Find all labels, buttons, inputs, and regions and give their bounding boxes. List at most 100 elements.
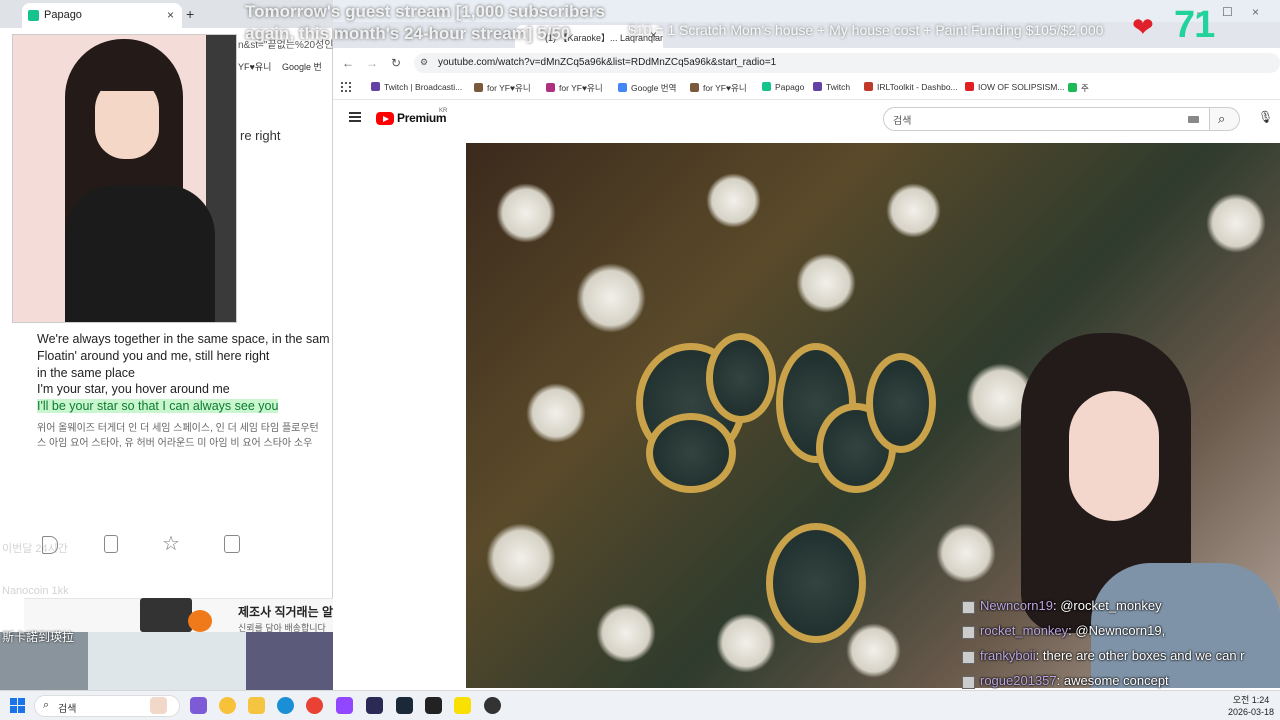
badge-icon bbox=[962, 676, 975, 689]
bookmark-item[interactable]: IOW OF SOLIPSISM... bbox=[965, 82, 1064, 92]
steam-icon[interactable] bbox=[396, 697, 413, 714]
search-placeholder: 검색 bbox=[893, 116, 912, 127]
bookmark-item[interactable]: Google 번역 bbox=[618, 82, 676, 94]
ad-image bbox=[140, 598, 192, 632]
chrome-icon[interactable] bbox=[306, 697, 323, 714]
ad-title[interactable]: 제조사 직거래는 알 bbox=[238, 603, 333, 620]
papago-bookmark[interactable]: YF♥유니 bbox=[238, 60, 271, 73]
bookmark-favicon-icon bbox=[546, 83, 555, 92]
ad-logo-icon bbox=[188, 610, 212, 632]
chat-text: @rocket_monkey bbox=[1060, 598, 1162, 613]
bookmark-item[interactable]: Twitch bbox=[813, 82, 850, 92]
bookmark-label: for YF♥유니 bbox=[559, 83, 603, 93]
bookmark-label: Twitch | Broadcasti... bbox=[384, 82, 463, 92]
lyric-line-highlighted: I'll be your star so that I can always s… bbox=[37, 399, 279, 414]
close-icon[interactable]: × bbox=[167, 8, 174, 22]
new-tab-button[interactable]: + bbox=[186, 6, 194, 22]
bookmark-favicon-icon bbox=[813, 82, 822, 91]
forward-button[interactable]: → bbox=[366, 56, 378, 70]
youtube-logo-icon[interactable] bbox=[376, 112, 394, 125]
lyric-line: We're always together in the same space,… bbox=[37, 332, 330, 346]
nexx-app-icon[interactable] bbox=[366, 697, 383, 714]
bookmark-favicon-icon bbox=[1068, 83, 1077, 92]
share-icon[interactable] bbox=[224, 535, 240, 553]
search-app-icon[interactable] bbox=[219, 697, 236, 714]
chat-username: frankyboii bbox=[980, 648, 1036, 663]
system-clock[interactable]: 오전 1:24 2026-03-18 bbox=[1228, 694, 1274, 718]
search-input[interactable] bbox=[883, 107, 1210, 131]
search-button[interactable]: ⌕ bbox=[1210, 107, 1240, 131]
url-text[interactable]: youtube.com/watch?v=dMnZCq5a96k&list=RDd… bbox=[438, 57, 776, 68]
hamburger-menu-icon[interactable] bbox=[349, 112, 361, 122]
microphone-icon[interactable]: 🎙 bbox=[1258, 110, 1273, 124]
papago-tab-label: Papago bbox=[44, 9, 82, 21]
chat-text: awesome concept bbox=[1063, 673, 1169, 688]
heart-icon: ❤ bbox=[1132, 12, 1154, 42]
obs-icon[interactable] bbox=[425, 697, 442, 714]
bookmark-label: IRLToolkit - Dashbo... bbox=[877, 82, 958, 92]
ghost-text: Nanocoin 1kk bbox=[2, 585, 69, 597]
bookmark-label: Papago bbox=[775, 82, 805, 92]
bookmark-item[interactable]: for YF♥유니 bbox=[474, 82, 531, 94]
bookmark-label: Twitch bbox=[826, 82, 851, 92]
copilot-icon[interactable] bbox=[190, 697, 207, 714]
chat-message: frankyboii: there are other boxes and we… bbox=[960, 648, 1280, 673]
lyric-line: I'm your star, you hover around me bbox=[37, 382, 230, 397]
search-highlight-icon[interactable] bbox=[150, 697, 167, 714]
translation-output: We're always together in the same space,… bbox=[37, 331, 337, 415]
bookmark-label: for YF♥유니 bbox=[487, 83, 531, 93]
windows-start-icon[interactable] bbox=[10, 698, 25, 713]
stream-caption: 斯卡諾到瑛拉 bbox=[2, 630, 75, 644]
bookmark-favicon-icon bbox=[762, 82, 771, 91]
stream-title-line: again, this month's 24-hour stream] 5/50 bbox=[245, 24, 571, 43]
desktop: Papago × + n&st="끝없는%20성인널 YF♥유니 Google … bbox=[0, 0, 1280, 720]
chat-message: Newncorn19: @rocket_monkey bbox=[960, 598, 1280, 623]
chat-username: rocket_monkey bbox=[980, 623, 1069, 638]
star-icon[interactable]: ☆ bbox=[162, 531, 180, 556]
bookmark-item[interactable]: IRLToolkit - Dashbo... bbox=[864, 82, 958, 92]
apps-grid-icon[interactable] bbox=[341, 82, 351, 92]
chat-text: there are other boxes and we can r bbox=[1042, 648, 1245, 663]
papago-tab[interactable]: Papago × bbox=[22, 3, 182, 28]
taskbar-search-placeholder: 검색 bbox=[58, 704, 77, 715]
bookmark-favicon-icon bbox=[371, 82, 380, 91]
heart-count: 71 bbox=[1174, 4, 1215, 46]
maximize-button[interactable]: ☐ bbox=[1222, 5, 1233, 19]
edge-icon[interactable] bbox=[277, 697, 294, 714]
reload-button[interactable]: ↻ bbox=[391, 56, 401, 70]
kakaotalk-icon[interactable] bbox=[454, 697, 471, 714]
pronunciation-line: 스 아임 요어 스타아, 유 허버 어라운드 미 아임 비 요어 스타아 소우 bbox=[37, 438, 313, 449]
site-info-icon[interactable]: ⚙ bbox=[420, 57, 428, 68]
funding-goal: $10 = 1 Scratch Mom's house + My house c… bbox=[628, 22, 1104, 38]
lyric-line: Floatin' around you and me, still here r… bbox=[37, 348, 270, 363]
chat-message: rocket_monkey: @Newncorn19, bbox=[960, 623, 1280, 648]
search-icon: ⌕ bbox=[43, 699, 50, 711]
bookmark-label: 주 bbox=[1081, 83, 1089, 93]
chat-text: @Newncorn19, bbox=[1075, 623, 1166, 638]
bookmark-label: IOW OF SOLIPSISM... bbox=[978, 82, 1065, 92]
back-button[interactable]: ← bbox=[342, 56, 354, 70]
chat-username: rogue201357 bbox=[980, 673, 1057, 688]
pronunciation-line: 위어 올웨이즈 터게더 인 더 세임 스페이스, 인 더 세임 타임 플로우턴 bbox=[37, 423, 319, 434]
papago-logo-icon bbox=[28, 10, 39, 21]
clock-time: 오전 1:24 bbox=[1232, 695, 1270, 705]
badge-icon bbox=[962, 651, 975, 664]
app-icon[interactable] bbox=[484, 697, 501, 714]
region-code: KR bbox=[439, 108, 448, 114]
bookmark-item[interactable]: 주 bbox=[1068, 82, 1089, 94]
bookmark-item[interactable]: for YF♥유니 bbox=[546, 82, 603, 94]
bookmark-favicon-icon bbox=[618, 83, 627, 92]
twitch-icon[interactable] bbox=[336, 697, 353, 714]
bookmark-item[interactable]: for YF♥유니 bbox=[690, 82, 747, 94]
papago-bookmark[interactable]: Google 번 bbox=[282, 60, 322, 73]
bookmark-item[interactable]: Twitch | Broadcasti... bbox=[371, 82, 462, 92]
close-window-button[interactable]: × bbox=[1252, 5, 1259, 19]
keyboard-icon[interactable] bbox=[1188, 116, 1199, 123]
bookmark-label: Google 번역 bbox=[631, 83, 677, 93]
file-explorer-icon[interactable] bbox=[248, 697, 265, 714]
bookmark-item[interactable]: Papago bbox=[762, 82, 804, 92]
search-icon: ⌕ bbox=[1218, 111, 1226, 126]
bookmark-favicon-icon bbox=[690, 83, 699, 92]
notes-icon[interactable] bbox=[104, 535, 118, 553]
chat-username: Newncorn19 bbox=[980, 598, 1053, 613]
